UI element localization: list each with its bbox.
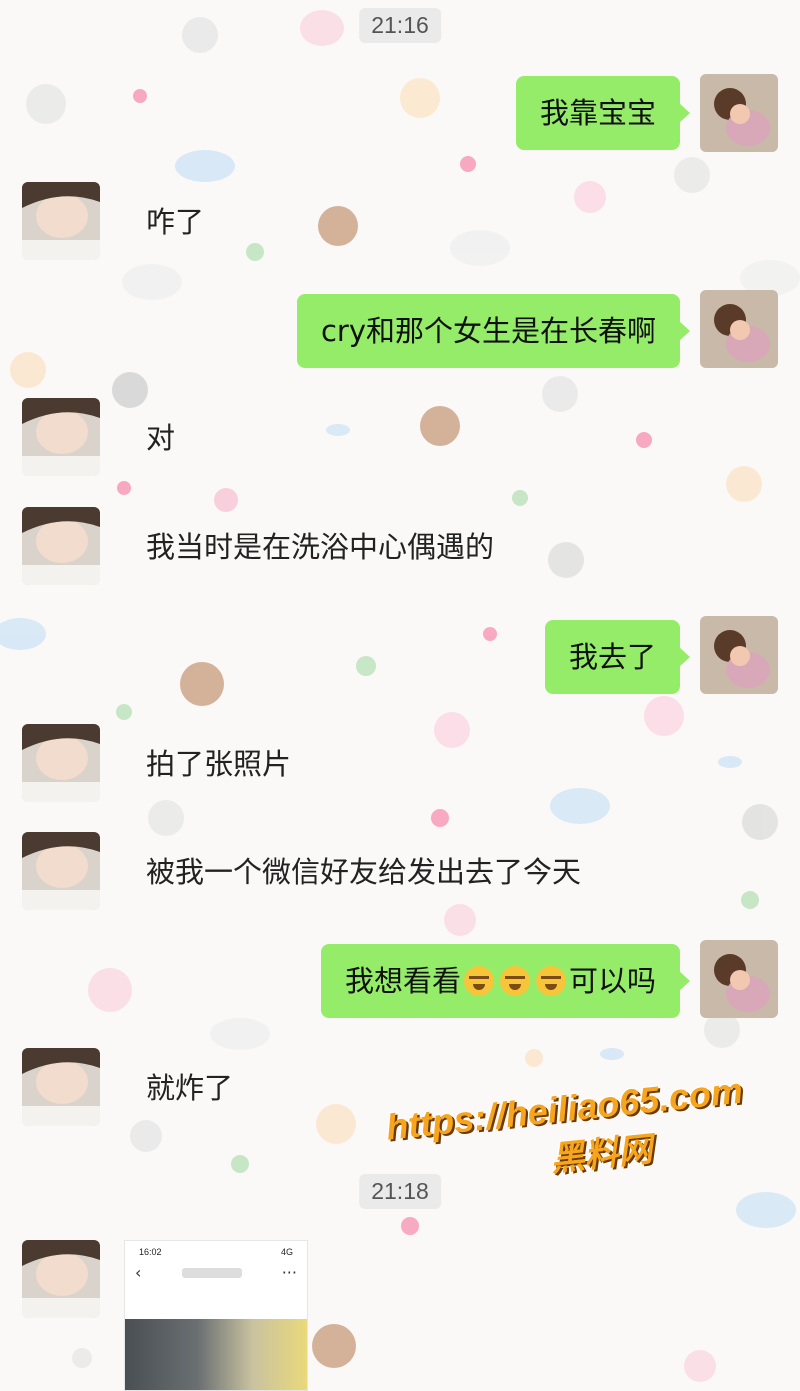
image-message[interactable]: 16:02 4G ‹ ···	[124, 1240, 308, 1391]
image-status-bar: 16:02 4G	[125, 1241, 307, 1257]
crying-face-icon	[535, 966, 566, 996]
contact-avatar[interactable]	[22, 182, 100, 260]
contact-avatar[interactable]	[22, 1240, 100, 1318]
contact-avatar[interactable]	[22, 398, 100, 476]
contact-message[interactable]: 就炸了	[146, 1068, 233, 1108]
contact-avatar[interactable]	[22, 724, 100, 802]
image-photo	[125, 1319, 307, 1390]
timestamp: 21:16	[359, 8, 441, 43]
contact-message[interactable]: 对	[146, 418, 175, 458]
message-text: 我想看看	[344, 964, 461, 998]
crying-face-icon	[463, 966, 494, 996]
watermark: https://heiliao65.com 黑料网	[384, 1070, 750, 1198]
contact-avatar[interactable]	[22, 1048, 100, 1126]
contact-message[interactable]: 咋了	[146, 202, 204, 242]
image-status-network: 4G	[280, 1247, 293, 1257]
image-nav-bar: ‹ ···	[125, 1257, 307, 1282]
my-message-bubble[interactable]: 我靠宝宝	[515, 76, 691, 150]
my-avatar[interactable]	[700, 290, 778, 368]
my-message-bubble[interactable]: 我想看看 可以吗	[320, 944, 691, 1018]
more-icon: ···	[281, 1263, 297, 1282]
contact-avatar[interactable]	[22, 832, 100, 910]
my-message-bubble[interactable]: 我去了	[544, 620, 691, 694]
image-status-time: 16:02	[139, 1247, 162, 1257]
contact-message[interactable]: 我当时是在洗浴中心偶遇的	[146, 527, 494, 567]
message-text: 可以吗	[568, 964, 656, 998]
contact-avatar[interactable]	[22, 507, 100, 585]
my-avatar[interactable]	[700, 616, 778, 694]
back-icon: ‹	[135, 1263, 142, 1282]
contact-message[interactable]: 拍了张照片	[146, 744, 291, 784]
image-title-placeholder	[181, 1267, 242, 1278]
my-avatar[interactable]	[700, 940, 778, 1018]
my-message-bubble[interactable]: cry和那个女生是在长春啊	[296, 294, 691, 368]
contact-message[interactable]: 被我一个微信好友给发出去了今天	[146, 852, 581, 892]
crying-face-icon	[499, 966, 530, 996]
my-avatar[interactable]	[700, 74, 778, 152]
